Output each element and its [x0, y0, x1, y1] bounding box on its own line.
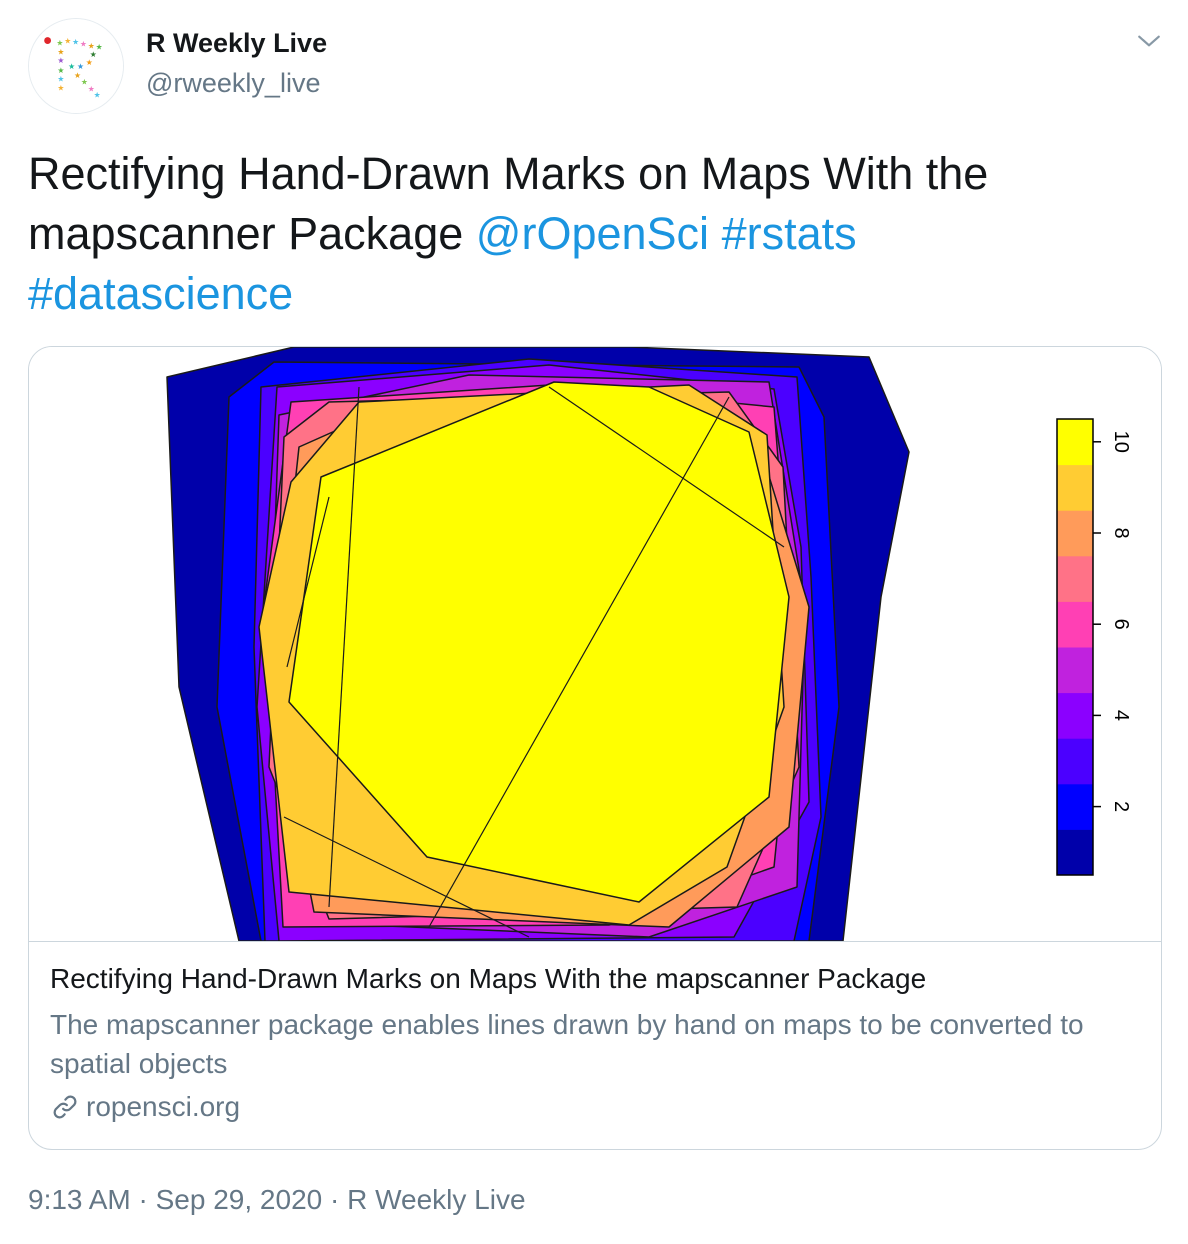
legend-swatch-6 [1057, 601, 1093, 648]
svg-text:★: ★ [68, 62, 75, 71]
svg-text:★: ★ [57, 83, 64, 92]
legend-swatch-7 [1057, 555, 1093, 602]
tweet-time[interactable]: 9:13 AM [28, 1184, 131, 1215]
legend-swatch-8 [1057, 510, 1093, 557]
svg-text:★: ★ [88, 41, 95, 50]
svg-text:★: ★ [56, 38, 63, 47]
link-card[interactable]: 2 4 6 8 10 Rectifying Hand-Drawn Marks on Ma… [28, 346, 1162, 1150]
legend-swatch-4 [1057, 692, 1093, 739]
author-handle[interactable]: @rweekly_live [146, 66, 320, 100]
svg-text:★: ★ [94, 90, 101, 99]
legend-swatch-3 [1057, 738, 1093, 785]
overlap-map-image: 2 4 6 8 10 [29, 347, 1161, 941]
chevron-down-icon [1138, 35, 1160, 47]
tweet-meta: 9:13 AM · Sep 29, 2020 · R Weekly Live [28, 1180, 526, 1220]
legend-swatch-1 [1057, 829, 1093, 876]
tweet-source[interactable]: R Weekly Live [347, 1184, 525, 1215]
legend-tick-label: 10 [1110, 431, 1132, 453]
tweet-date[interactable]: Sep 29, 2020 [156, 1184, 323, 1215]
svg-text:★: ★ [57, 56, 64, 65]
avatar[interactable]: ★ ★ ★ ★ ★ ★ ★ ★ ★ ★ ★ ★ ★ ★ ★ ★ ★ ★ ★ [28, 18, 124, 114]
legend-tick-label: 6 [1110, 619, 1132, 630]
svg-text:★: ★ [72, 37, 79, 46]
card-title[interactable]: Rectifying Hand-Drawn Marks on Maps With… [50, 961, 1140, 997]
legend-swatch-2 [1057, 783, 1093, 830]
svg-text:★: ★ [80, 39, 87, 48]
svg-text:★: ★ [86, 58, 93, 67]
legend-swatch-10 [1057, 419, 1093, 466]
svg-text:★: ★ [57, 47, 64, 56]
card-domain-text: ropensci.org [86, 1091, 241, 1122]
svg-text:★: ★ [57, 66, 64, 75]
mention-ropensci[interactable]: @rOpenSci [476, 208, 709, 259]
more-options-button[interactable] [1132, 24, 1166, 58]
author-display-name[interactable]: R Weekly Live [146, 26, 327, 60]
tweet: ★ ★ ★ ★ ★ ★ ★ ★ ★ ★ ★ ★ ★ ★ ★ ★ ★ ★ ★ R … [0, 0, 1188, 1244]
svg-text:★: ★ [64, 36, 71, 45]
hashtag-rstats[interactable]: #rstats [722, 208, 857, 259]
legend-swatch-5 [1057, 647, 1093, 694]
svg-text:★: ★ [77, 62, 84, 71]
card-image[interactable]: 2 4 6 8 10 [29, 347, 1161, 941]
hashtag-datascience[interactable]: #datascience [28, 268, 293, 319]
legend-tick-label: 8 [1110, 527, 1132, 538]
link-icon [53, 1095, 77, 1119]
legend-tick-label: 2 [1110, 801, 1132, 812]
svg-text:★: ★ [57, 75, 64, 84]
legend-swatch-9 [1057, 464, 1093, 511]
legend-tick-label: 4 [1110, 710, 1132, 721]
tweet-text: Rectifying Hand-Drawn Marks on Maps With… [28, 144, 1148, 324]
meta-separator: · [138, 1184, 148, 1215]
card-divider [29, 941, 1161, 942]
meta-separator: · [330, 1184, 340, 1215]
card-description: The mapscanner package enables lines dra… [50, 1009, 1084, 1079]
card-domain[interactable]: ropensci.org [50, 1089, 240, 1125]
r-weekly-logo-icon: ★ ★ ★ ★ ★ ★ ★ ★ ★ ★ ★ ★ ★ ★ ★ ★ ★ ★ ★ [29, 19, 123, 113]
